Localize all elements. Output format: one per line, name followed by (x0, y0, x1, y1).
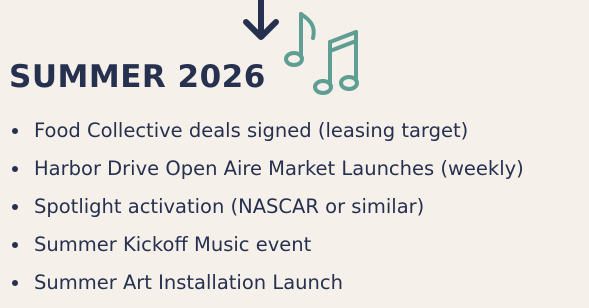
list-item-text: Summer Art Installation Launch (34, 271, 343, 294)
arrow-down-icon (243, 0, 279, 40)
section-heading: SUMMER 2026 (9, 59, 266, 95)
music-notes-icon (284, 12, 359, 95)
list-item: Summer Kickoff Music event (12, 232, 524, 270)
summer-2026-slide: SUMMER 2026 Food Collective deals signed… (0, 0, 589, 308)
bullet-dot (12, 166, 18, 172)
list-item: Summer Art Installation Launch (12, 270, 524, 308)
bullet-dot (12, 128, 18, 134)
list-item-text: Food Collective deals signed (leasing ta… (34, 119, 469, 142)
bullet-list: Food Collective deals signed (leasing ta… (12, 118, 524, 308)
list-item: Harbor Drive Open Aire Market Launches (… (12, 156, 524, 194)
list-item-text: Harbor Drive Open Aire Market Launches (… (34, 157, 524, 180)
bullet-dot (12, 242, 18, 248)
list-item-text: Summer Kickoff Music event (34, 233, 312, 256)
list-item: Spotlight activation (NASCAR or similar) (12, 194, 524, 232)
list-item-text: Spotlight activation (NASCAR or similar) (34, 195, 425, 218)
bullet-dot (12, 204, 18, 210)
bullet-dot (12, 280, 18, 286)
list-item: Food Collective deals signed (leasing ta… (12, 118, 524, 156)
